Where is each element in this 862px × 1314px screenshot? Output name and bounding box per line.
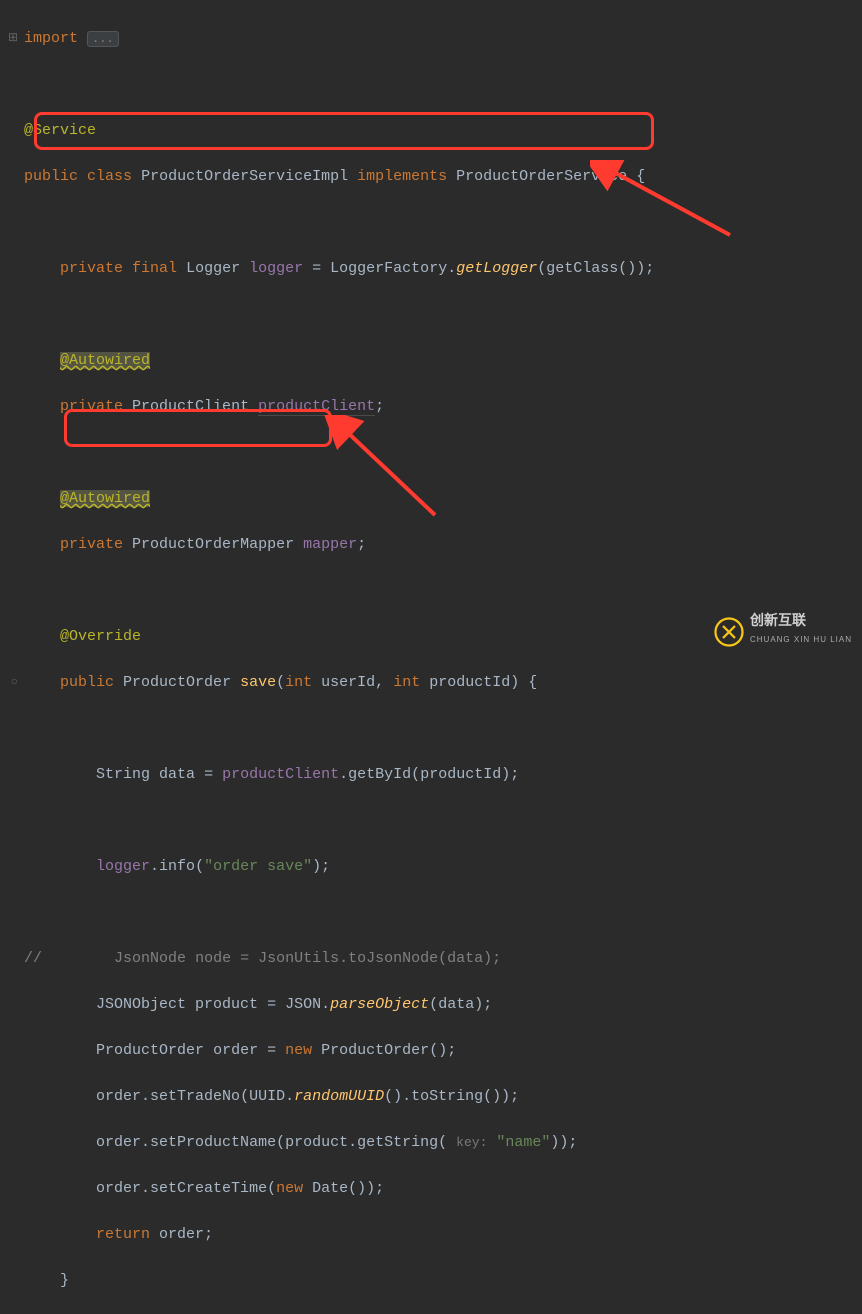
- keyword-private: private: [60, 260, 123, 277]
- param-hint-key: key:: [456, 1135, 487, 1150]
- ref-productclient: productClient: [222, 766, 339, 783]
- ref-order-4: order: [159, 1226, 204, 1243]
- method-settradeno: setTradeNo: [150, 1088, 240, 1105]
- type-loggerfactory: LoggerFactory: [330, 260, 447, 277]
- keyword-private: private: [60, 398, 123, 415]
- arg-productid: productId: [420, 766, 501, 783]
- keyword-public: public: [24, 168, 78, 185]
- type-return: ProductOrder: [123, 674, 231, 691]
- keyword-new: new: [276, 1180, 303, 1197]
- keyword-int: int: [393, 674, 420, 691]
- type-json: JSON: [285, 996, 321, 1013]
- ref-logger: logger: [96, 858, 150, 875]
- annotation-service: @Service: [24, 122, 96, 139]
- logo-icon: [714, 617, 744, 647]
- keyword-int: int: [285, 674, 312, 691]
- ref-order-3: order: [96, 1180, 141, 1197]
- interface-name: ProductOrderService: [456, 168, 627, 185]
- keyword-class: class: [87, 168, 132, 185]
- type-string: String: [96, 766, 150, 783]
- annotation-autowired-1: @Autowired: [60, 352, 150, 369]
- var-product: product: [195, 996, 258, 1013]
- method-save: save: [240, 674, 276, 691]
- type-date: Date: [312, 1180, 348, 1197]
- param-userid: userId: [321, 674, 375, 691]
- watermark-logo: 创新互联 CHUANG XIN HU LIAN: [714, 613, 852, 651]
- type-productorder: ProductOrder: [96, 1042, 204, 1059]
- type-jsonobject: JSONObject: [96, 996, 186, 1013]
- string-ordersave: "order save": [204, 858, 312, 875]
- keyword-implements: implements: [357, 168, 447, 185]
- param-productid: productId: [429, 674, 510, 691]
- method-getstring: getString: [357, 1134, 438, 1151]
- method-getlogger: getLogger: [456, 260, 537, 277]
- type-uuid: UUID: [249, 1088, 285, 1105]
- method-parseobject: parseObject: [330, 996, 429, 1013]
- ctor-productorder: ProductOrder: [321, 1042, 429, 1059]
- keyword-import: import: [24, 30, 78, 47]
- type-logger: Logger: [186, 260, 240, 277]
- string-name: "name": [496, 1134, 550, 1151]
- method-randomuuid: randomUUID: [294, 1088, 384, 1105]
- method-tostring: toString: [411, 1088, 483, 1105]
- fold-ellipsis[interactable]: ...: [87, 31, 119, 47]
- var-data: data: [159, 766, 195, 783]
- keyword-new: new: [285, 1042, 312, 1059]
- commented-code: JsonNode node = JsonUtils.toJsonNode(dat…: [114, 950, 501, 967]
- method-setproductname: setProductName: [150, 1134, 276, 1151]
- keyword-public: public: [60, 674, 114, 691]
- code-editor[interactable]: ⊞import ... @Service public class Produc…: [0, 0, 862, 1314]
- field-logger: logger: [249, 260, 303, 277]
- method-getclass: getClass: [546, 260, 618, 277]
- var-order: order: [213, 1042, 258, 1059]
- gutter-override-icon[interactable]: ○: [0, 671, 24, 694]
- arg-product: product: [285, 1134, 348, 1151]
- logo-main-text: 创新互联: [750, 613, 852, 628]
- keyword-return: return: [96, 1226, 150, 1243]
- method-getbyid: getById: [348, 766, 411, 783]
- type-productclient: ProductClient: [132, 398, 249, 415]
- method-setcreatetime: setCreateTime: [150, 1180, 267, 1197]
- type-mapper: ProductOrderMapper: [132, 536, 294, 553]
- keyword-final: final: [132, 260, 177, 277]
- keyword-private: private: [60, 536, 123, 553]
- annotation-override: @Override: [60, 628, 141, 645]
- ref-order-2: order: [96, 1134, 141, 1151]
- arg-data: data: [438, 996, 474, 1013]
- ref-order-1: order: [96, 1088, 141, 1105]
- fold-gutter[interactable]: ⊞: [0, 27, 24, 50]
- field-mapper: mapper: [303, 536, 357, 553]
- comment-marker: //: [24, 950, 42, 967]
- method-info: info: [159, 858, 195, 875]
- logo-sub-text: CHUANG XIN HU LIAN: [750, 628, 852, 651]
- annotation-autowired-2: @Autowired: [60, 490, 150, 507]
- field-productclient: productClient: [258, 398, 375, 416]
- class-name: ProductOrderServiceImpl: [141, 168, 348, 185]
